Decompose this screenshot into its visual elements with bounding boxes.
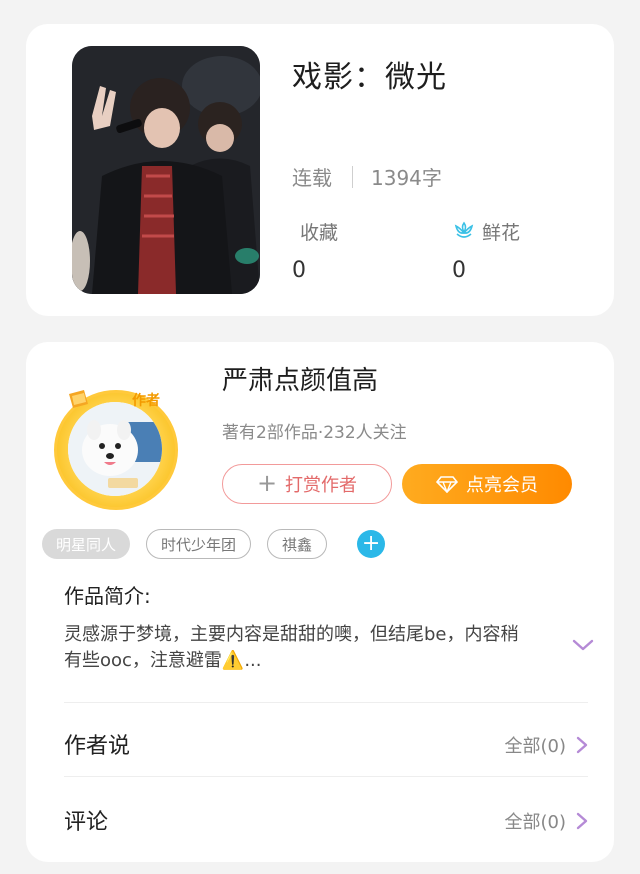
author-says-title[interactable]: 作者说 — [64, 728, 130, 760]
reward-author-button[interactable]: + 打赏作者 — [222, 464, 392, 504]
author-avatar[interactable]: 作者 — [50, 384, 182, 512]
author-badge: 作者 — [132, 393, 160, 409]
tag-item[interactable]: 时代少年团 — [146, 529, 252, 559]
plus-icon: + — [256, 469, 278, 497]
tag-item[interactable]: 祺鑫 — [267, 529, 328, 559]
flowers-stat[interactable]: 鲜花 0 — [452, 218, 521, 284]
favorites-stat[interactable]: 收藏 0 — [292, 218, 339, 284]
chevron-right-icon — [576, 812, 588, 830]
divider — [64, 702, 588, 703]
comments-count: 全部(0) — [504, 812, 567, 833]
serial-status: 连载 — [292, 166, 332, 190]
author-says-link[interactable]: 全部(0) — [505, 732, 589, 758]
book-cover-image[interactable] — [72, 46, 260, 294]
favorites-label: 收藏 — [300, 221, 339, 244]
cover-photo-icon — [72, 46, 260, 294]
tag-list: 明星同人 时代少年团 祺鑫 + — [42, 529, 386, 559]
book-title: 戏影：微光 — [292, 60, 447, 95]
vip-label: 点亮会员 — [466, 475, 538, 496]
author-meta: 著有2部作品·232人关注 — [222, 423, 407, 443]
tag-item[interactable]: 明星同人 — [42, 529, 131, 559]
favorites-count: 0 — [292, 258, 306, 283]
add-tag-button[interactable]: + — [357, 530, 386, 558]
intro-text: 灵感源于梦境，主要内容是甜甜的噢，但结尾be，内容稍有些ooc，注意避雷⚠️..… — [64, 624, 519, 671]
lantern-icon — [69, 390, 88, 408]
author-name[interactable]: 严肃点颜值高 — [222, 360, 378, 397]
comments-title[interactable]: 评论 — [64, 804, 108, 836]
dog-avatar-icon — [68, 402, 162, 496]
diamond-icon — [436, 476, 458, 493]
comments-link[interactable]: 全部(0) — [505, 808, 589, 834]
flowers-count: 0 — [452, 258, 466, 283]
intro-title: 作品简介: — [64, 584, 151, 608]
status-divider — [352, 165, 353, 188]
flower-icon — [452, 220, 476, 242]
word-count: 1394字 — [371, 166, 442, 190]
author-says-count: 全部(0) — [504, 736, 567, 757]
flowers-label: 鲜花 — [482, 221, 521, 244]
book-status-row: 连载 1394字 — [292, 162, 442, 191]
chevron-down-icon[interactable] — [572, 638, 594, 652]
avatar-photo — [68, 402, 162, 496]
book-info-card: 戏影：微光 连载 1394字 收藏 0 鲜花 0 — [26, 24, 614, 316]
vip-button[interactable]: 点亮会员 — [402, 464, 572, 504]
author-info-card: 作者 严肃点颜值高 著有2部作品·232人关注 + 打赏作者 点亮会员 明星同人… — [26, 342, 614, 862]
reward-author-label: 打赏作者 — [285, 475, 358, 496]
chevron-right-icon — [576, 736, 588, 754]
divider — [64, 776, 588, 777]
